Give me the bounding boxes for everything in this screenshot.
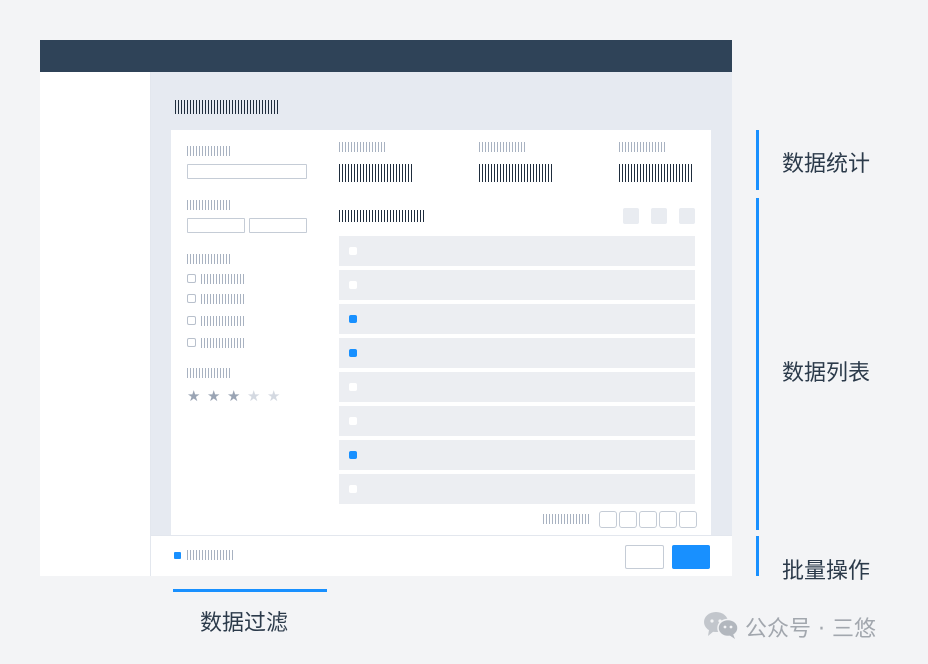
checkbox-label — [201, 316, 245, 326]
page-button[interactable] — [599, 511, 617, 528]
label-stats: 数据统计 — [782, 152, 871, 177]
top-navigation-bar — [40, 40, 732, 72]
page-title — [175, 100, 280, 114]
rating-star-icon[interactable]: ★ — [187, 389, 200, 404]
row-checkbox[interactable] — [349, 417, 357, 425]
row-checkbox[interactable] — [349, 315, 357, 323]
stat-label — [619, 142, 665, 152]
row-checkbox[interactable] — [349, 485, 357, 493]
checkbox-label — [201, 338, 245, 348]
app-wireframe: ★ ★ ★ ★ ★ — [40, 40, 732, 576]
stat-value — [479, 164, 552, 182]
list-tool-button[interactable] — [623, 208, 639, 224]
checkbox-label — [201, 294, 245, 304]
row-checkbox[interactable] — [349, 451, 357, 459]
list-tool-button[interactable] — [679, 208, 695, 224]
checkbox-label — [201, 274, 245, 284]
confirm-button[interactable] — [672, 545, 710, 569]
main-content: ★ ★ ★ ★ ★ — [151, 72, 732, 535]
filter-label — [187, 368, 231, 378]
filter-label — [187, 146, 231, 156]
row-checkbox[interactable] — [349, 349, 357, 357]
rating-star-icon[interactable]: ★ — [227, 389, 240, 404]
watermark: 公众号 · 三悠 — [703, 612, 876, 642]
pagination-total — [543, 514, 589, 524]
list-item[interactable] — [339, 406, 695, 436]
label-list: 数据列表 — [782, 361, 871, 386]
page-button[interactable] — [639, 511, 657, 528]
list-item[interactable] — [339, 338, 695, 368]
range-end-input[interactable] — [249, 218, 307, 233]
label-filter: 数据过滤 — [200, 611, 289, 636]
label-batch: 批量操作 — [782, 559, 871, 584]
row-checkbox[interactable] — [349, 281, 357, 289]
filter-checkbox[interactable] — [187, 316, 196, 325]
filter-label — [187, 200, 231, 210]
page-button[interactable] — [619, 511, 637, 528]
watermark-text: 公众号 · 三悠 — [745, 617, 876, 642]
sidebar — [40, 72, 151, 576]
wechat-icon — [703, 611, 739, 643]
content-panel: ★ ★ ★ ★ ★ — [171, 130, 711, 535]
batch-action-bar — [151, 535, 732, 576]
list-item[interactable] — [339, 474, 695, 504]
stat-value — [619, 164, 692, 182]
stat-value — [339, 164, 412, 182]
list-item[interactable] — [339, 270, 695, 300]
rating-star-icon[interactable]: ★ — [247, 389, 260, 404]
row-checkbox[interactable] — [349, 383, 357, 391]
list-marker — [756, 198, 759, 530]
filter-checkbox[interactable] — [187, 294, 196, 303]
filter-checkbox[interactable] — [187, 338, 196, 347]
row-checkbox[interactable] — [349, 247, 357, 255]
stat-label — [479, 142, 525, 152]
stats-marker — [756, 130, 759, 190]
list-item[interactable] — [339, 372, 695, 402]
list-tool-button[interactable] — [651, 208, 667, 224]
batch-marker — [756, 536, 759, 576]
page-button[interactable] — [659, 511, 677, 528]
selection-count — [187, 550, 233, 560]
filter-marker — [173, 589, 327, 592]
list-item[interactable] — [339, 236, 695, 266]
select-all-checkbox[interactable] — [174, 552, 181, 559]
filter-label — [187, 254, 231, 264]
range-start-input[interactable] — [187, 218, 245, 233]
list-item[interactable] — [339, 440, 695, 470]
list-item[interactable] — [339, 304, 695, 334]
rating-star-icon[interactable]: ★ — [207, 389, 220, 404]
page-button[interactable] — [679, 511, 697, 528]
filter-text-input[interactable] — [187, 164, 307, 179]
cancel-button[interactable] — [625, 545, 664, 569]
rating-star-icon[interactable]: ★ — [267, 389, 280, 404]
stat-label — [339, 142, 385, 152]
list-title — [339, 210, 424, 222]
filter-checkbox[interactable] — [187, 274, 196, 283]
